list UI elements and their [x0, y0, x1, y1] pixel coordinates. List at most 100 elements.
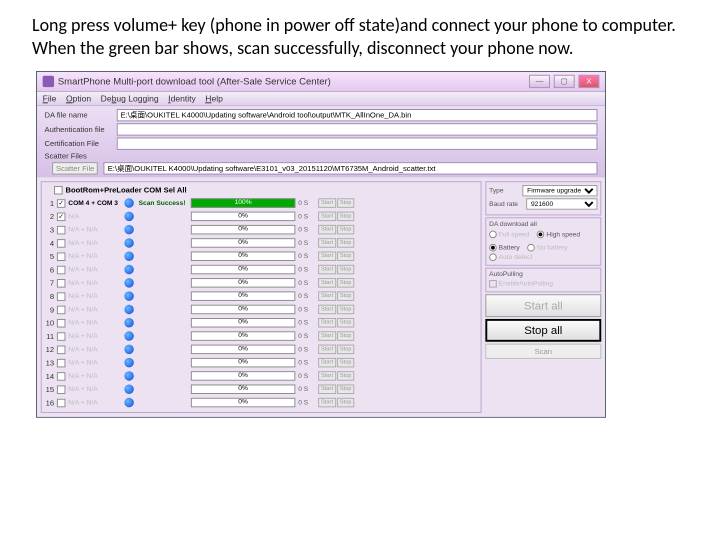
auto-detect-radio[interactable]: Auto detect: [489, 253, 597, 261]
row-start-button[interactable]: Start: [318, 318, 336, 328]
row-start-button[interactable]: Start: [318, 331, 336, 341]
row-label: N/A + N/A: [68, 399, 119, 406]
row-index: 15: [45, 385, 55, 394]
size-label: 0 S: [298, 279, 315, 286]
row-label: N/A + N/A: [68, 266, 119, 273]
select-all-checkbox[interactable]: [54, 186, 63, 195]
row-checkbox[interactable]: [57, 265, 66, 274]
status-dot-icon: [124, 384, 134, 394]
com-row: 8N/A + N/A0%0 SStartStop: [45, 289, 478, 302]
status-dot-icon: [124, 358, 134, 368]
no-battery-radio[interactable]: No battery: [527, 244, 567, 252]
row-stop-button[interactable]: Stop: [337, 358, 354, 368]
da-file-input[interactable]: [117, 109, 598, 121]
menubar: File Option Debug Logging Identity Help: [37, 92, 605, 106]
size-label: 0 S: [298, 372, 315, 379]
da-download-title: DA download all: [489, 221, 597, 228]
full-speed-radio[interactable]: Full speed: [489, 230, 529, 238]
battery-radio[interactable]: Battery: [489, 244, 520, 252]
row-checkbox[interactable]: [57, 199, 66, 208]
start-all-button[interactable]: Start all: [485, 294, 601, 317]
row-start-button[interactable]: Start: [318, 398, 336, 408]
row-stop-button[interactable]: Stop: [337, 278, 354, 288]
scatter-file-input[interactable]: [104, 162, 598, 174]
row-stop-button[interactable]: Stop: [337, 304, 354, 314]
row-checkbox[interactable]: [57, 212, 66, 221]
close-button[interactable]: X: [578, 75, 599, 88]
progress-bar: 0%: [191, 211, 296, 221]
status-dot-icon: [124, 238, 134, 248]
row-stop-button[interactable]: Stop: [337, 318, 354, 328]
menu-file[interactable]: File: [43, 94, 57, 104]
row-checkbox[interactable]: [57, 371, 66, 380]
row-index: 1: [45, 199, 55, 208]
cert-file-input[interactable]: [117, 137, 598, 149]
com-row: 6N/A + N/A0%0 SStartStop: [45, 263, 478, 276]
size-label: 0 S: [298, 359, 315, 366]
row-index: 16: [45, 398, 55, 407]
autopulling-checkbox[interactable]: EnableAutoPolling: [489, 280, 597, 288]
row-checkbox[interactable]: [57, 292, 66, 301]
row-stop-button[interactable]: Stop: [337, 211, 354, 221]
size-label: 0 S: [298, 253, 315, 260]
row-start-button[interactable]: Start: [318, 384, 336, 394]
row-stop-button[interactable]: Stop: [337, 198, 354, 208]
minimize-button[interactable]: —: [529, 75, 550, 88]
row-checkbox[interactable]: [57, 332, 66, 341]
row-start-button[interactable]: Start: [318, 278, 336, 288]
row-start-button[interactable]: Start: [318, 344, 336, 354]
row-index: 6: [45, 265, 55, 274]
com-panel: BootRom+PreLoader COM Sel All 1COM 4 + C…: [41, 181, 482, 413]
row-checkbox[interactable]: [57, 305, 66, 314]
row-stop-button[interactable]: Stop: [337, 331, 354, 341]
row-checkbox[interactable]: [57, 358, 66, 367]
row-stop-button[interactable]: Stop: [337, 251, 354, 261]
row-start-button[interactable]: Start: [318, 225, 336, 235]
progress-bar: 0%: [191, 278, 296, 288]
row-label: N/A + N/A: [68, 346, 119, 353]
row-stop-button[interactable]: Stop: [337, 225, 354, 235]
row-start-button[interactable]: Start: [318, 198, 336, 208]
row-stop-button[interactable]: Stop: [337, 398, 354, 408]
row-stop-button[interactable]: Stop: [337, 344, 354, 354]
menu-option[interactable]: Option: [66, 94, 91, 104]
row-checkbox[interactable]: [57, 398, 66, 407]
stop-all-button[interactable]: Stop all: [485, 319, 601, 342]
row-start-button[interactable]: Start: [318, 358, 336, 368]
row-start-button[interactable]: Start: [318, 304, 336, 314]
row-start-button[interactable]: Start: [318, 371, 336, 381]
high-speed-radio[interactable]: High speed: [537, 230, 580, 238]
row-checkbox[interactable]: [57, 278, 66, 287]
scan-button[interactable]: Scan: [485, 343, 601, 358]
row-start-button[interactable]: Start: [318, 211, 336, 221]
row-stop-button[interactable]: Stop: [337, 238, 354, 248]
status-dot-icon: [124, 265, 134, 275]
maximize-button[interactable]: ▢: [554, 75, 575, 88]
row-label: N/A: [68, 213, 119, 220]
menu-help[interactable]: Help: [205, 94, 223, 104]
row-checkbox[interactable]: [57, 385, 66, 394]
row-start-button[interactable]: Start: [318, 265, 336, 275]
cert-file-label: Certification File: [45, 139, 112, 148]
row-start-button[interactable]: Start: [318, 291, 336, 301]
menu-debug[interactable]: Debug Logging: [101, 94, 159, 104]
progress-bar: 0%: [191, 358, 296, 368]
scatter-file-button[interactable]: Scatter File: [52, 162, 98, 174]
row-checkbox[interactable]: [57, 252, 66, 261]
menu-identity[interactable]: Identity: [168, 94, 196, 104]
row-stop-button[interactable]: Stop: [337, 265, 354, 275]
row-checkbox[interactable]: [57, 225, 66, 234]
row-checkbox[interactable]: [57, 345, 66, 354]
com-row: 10N/A + N/A0%0 SStartStop: [45, 316, 478, 329]
row-stop-button[interactable]: Stop: [337, 384, 354, 394]
row-stop-button[interactable]: Stop: [337, 291, 354, 301]
row-stop-button[interactable]: Stop: [337, 371, 354, 381]
row-start-button[interactable]: Start: [318, 251, 336, 261]
type-select[interactable]: Firmware upgrade: [522, 185, 597, 196]
row-checkbox[interactable]: [57, 318, 66, 327]
auth-file-input[interactable]: [117, 123, 598, 135]
da-download-box: DA download all Full speed High speed Ba…: [485, 217, 601, 265]
row-checkbox[interactable]: [57, 238, 66, 247]
baud-select[interactable]: 921600: [526, 198, 597, 209]
row-start-button[interactable]: Start: [318, 238, 336, 248]
